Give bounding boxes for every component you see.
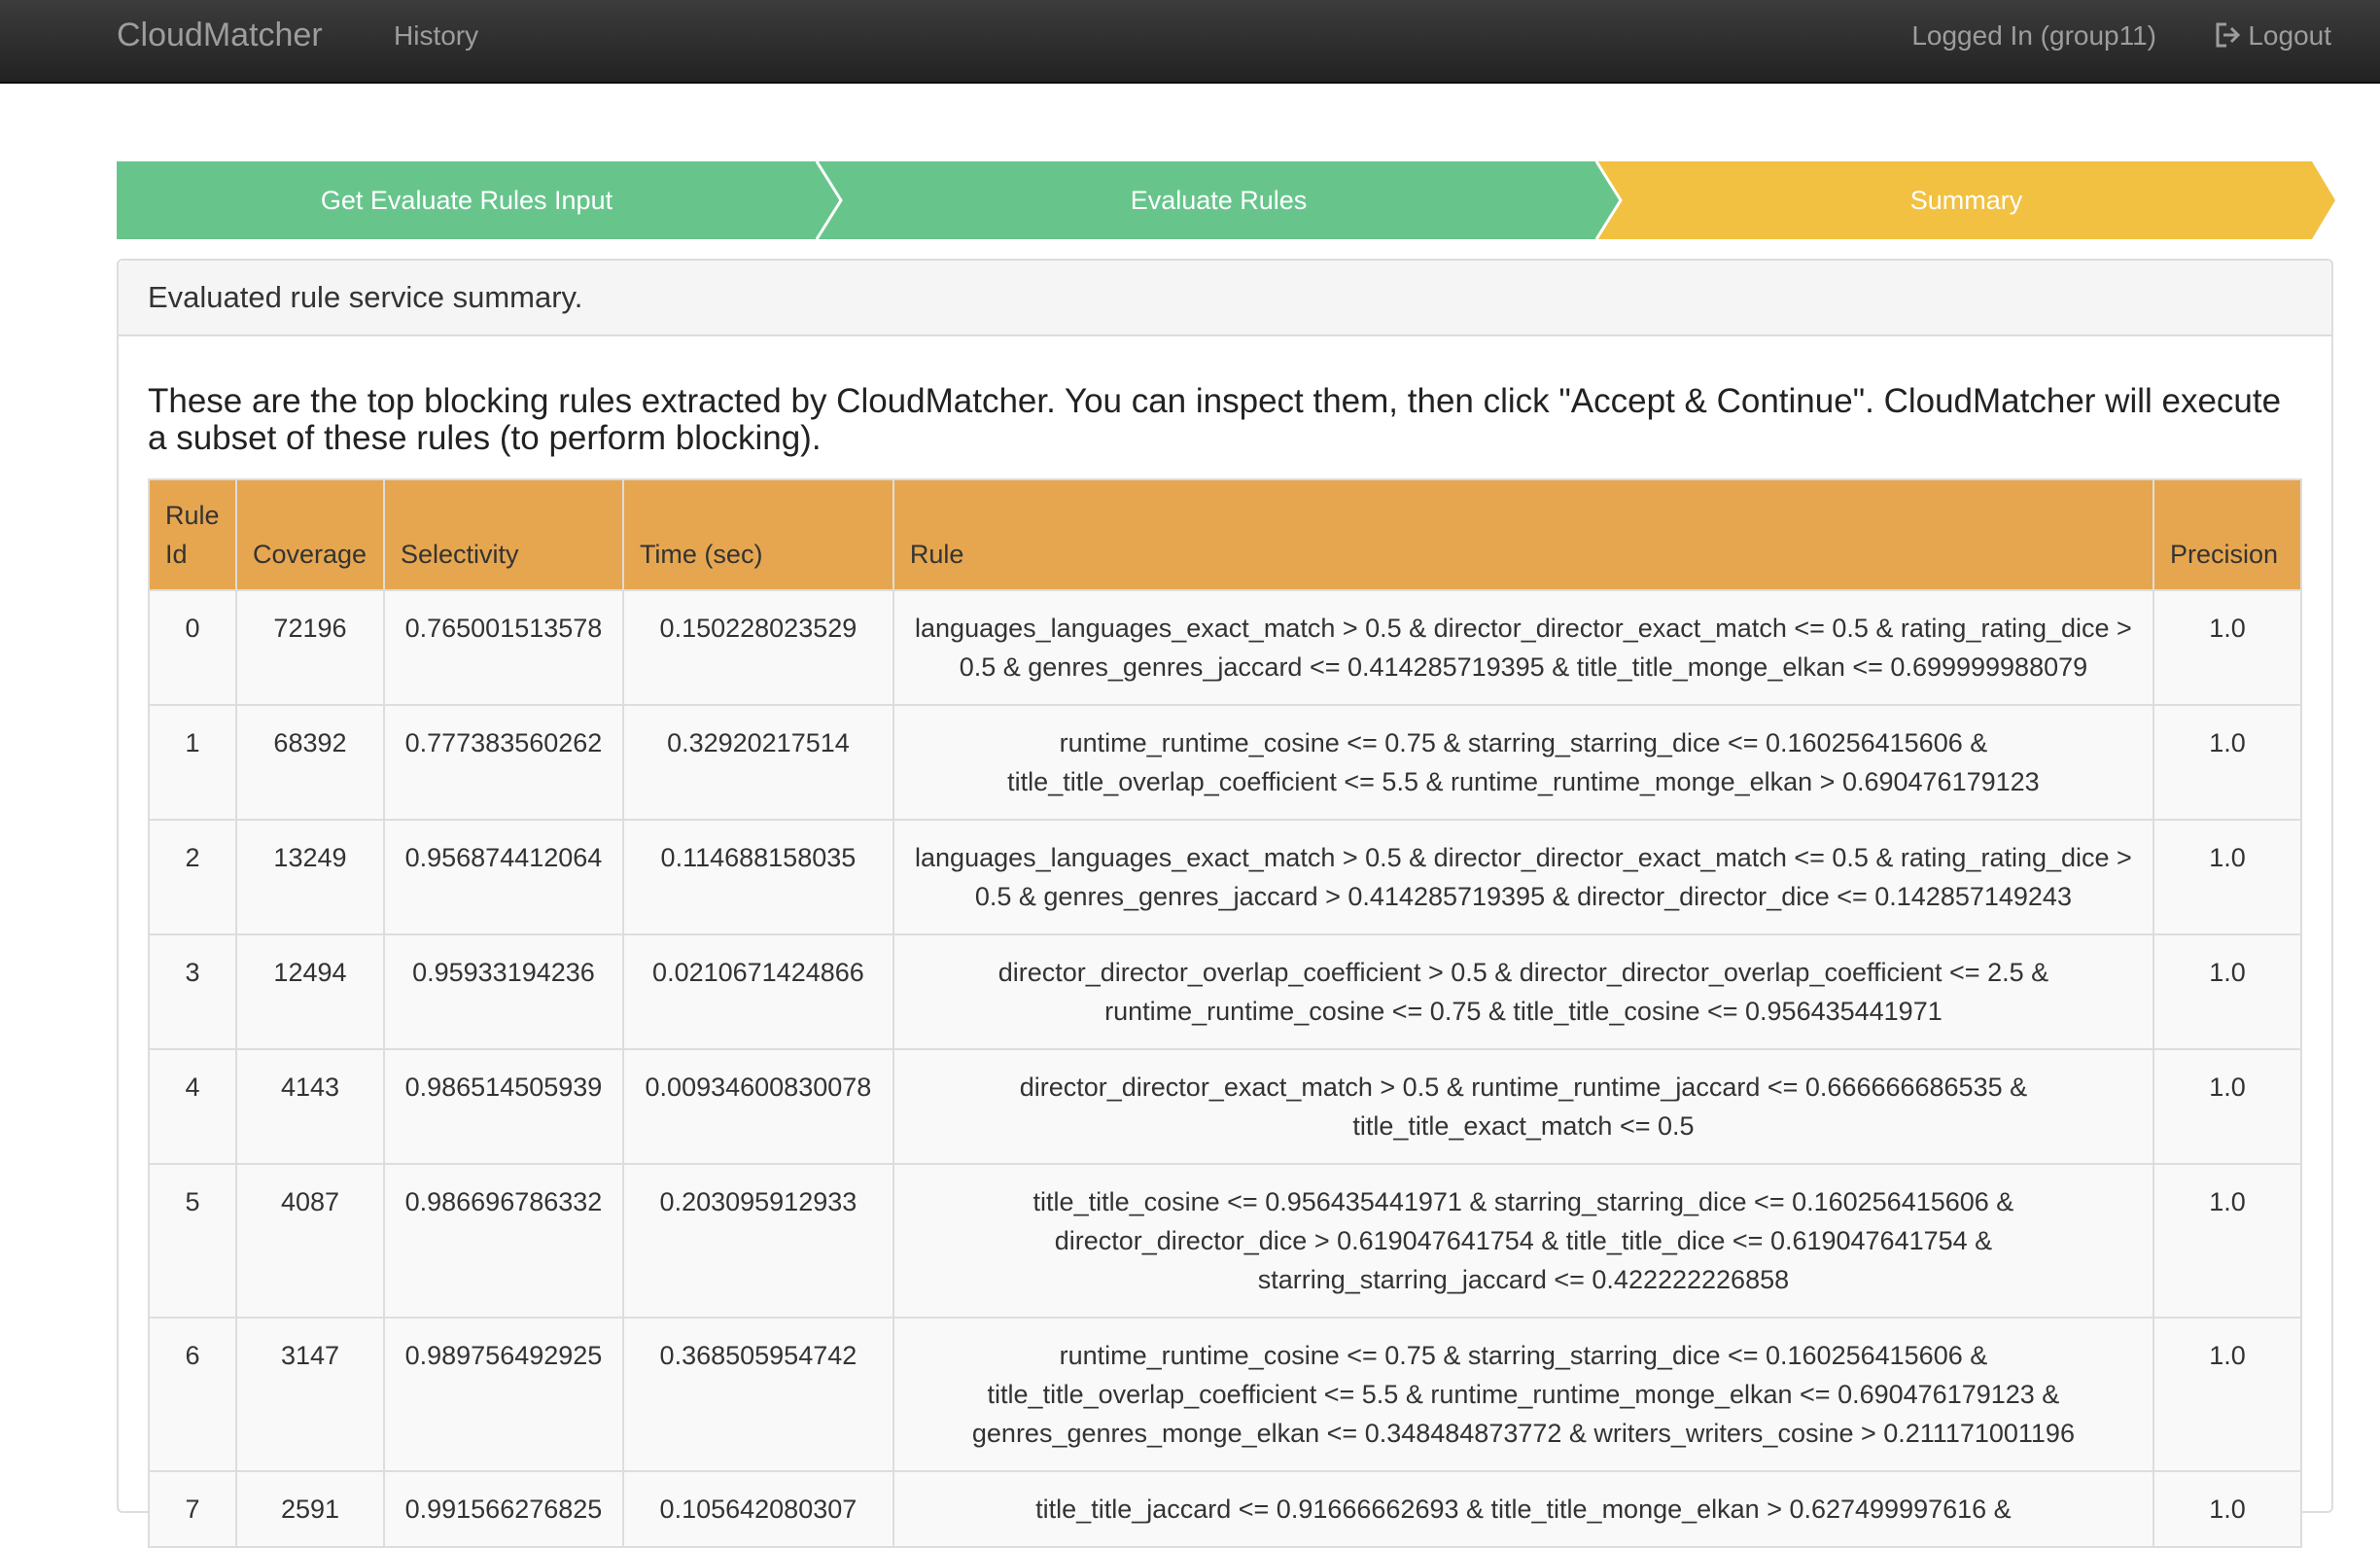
table-row: 7 2591 0.991566276825 0.105642080307 tit… [148, 1470, 2303, 1548]
cell-selectivity: 0.777383560262 [382, 704, 624, 821]
cell-coverage: 3147 [234, 1317, 385, 1472]
table-row: 4 4143 0.986514505939 0.00934600830078 d… [148, 1048, 2303, 1165]
cell-time: 0.105642080307 [621, 1470, 894, 1548]
cell-precision: 1.0 [2152, 1317, 2303, 1472]
cell-rule-id: 7 [148, 1470, 237, 1548]
cell-rule: director_director_overlap_coefficient > … [892, 933, 2154, 1050]
logout-label: Logout [2248, 20, 2331, 51]
nav-history-link[interactable]: History [394, 19, 478, 53]
cell-time: 0.0210671424866 [621, 933, 894, 1050]
cell-precision: 1.0 [2152, 704, 2303, 821]
cell-precision: 1.0 [2152, 1048, 2303, 1165]
cell-time: 0.368505954742 [621, 1317, 894, 1472]
cell-coverage: 68392 [234, 704, 385, 821]
cell-rule: title_title_cosine <= 0.956435441971 & s… [892, 1163, 2154, 1319]
header-rule: Rule [892, 478, 2154, 591]
cell-rule-id: 4 [148, 1048, 237, 1165]
panel-heading: Evaluated rule service summary. [119, 261, 2331, 336]
cell-rule-id: 2 [148, 819, 237, 935]
cell-time: 0.32920217514 [621, 704, 894, 821]
logged-in-user[interactable]: Logged In (group11) [1911, 19, 2156, 53]
cell-precision: 1.0 [2152, 589, 2303, 706]
cell-selectivity: 0.986696786332 [382, 1163, 624, 1319]
brand-logo[interactable]: CloudMatcher [117, 16, 323, 54]
cell-time: 0.150228023529 [621, 589, 894, 706]
header-coverage: Coverage [234, 478, 385, 591]
logout-button[interactable]: Logout [2215, 19, 2331, 53]
cell-rule: runtime_runtime_cosine <= 0.75 & starrin… [892, 1317, 2154, 1472]
table-row: 0 72196 0.765001513578 0.150228023529 la… [148, 589, 2303, 706]
cell-precision: 1.0 [2152, 819, 2303, 935]
cell-rule-id: 5 [148, 1163, 237, 1319]
cell-precision: 1.0 [2152, 1470, 2303, 1548]
top-navbar: CloudMatcher History Logged In (group11)… [0, 0, 2380, 84]
rules-table: Rule Id Coverage Selectivity Time (sec) … [148, 478, 2303, 1548]
cell-selectivity: 0.991566276825 [382, 1470, 624, 1548]
cell-coverage: 72196 [234, 589, 385, 706]
header-selectivity: Selectivity [382, 478, 624, 591]
step-summary[interactable]: Summary [1621, 161, 2312, 239]
cell-selectivity: 0.956874412064 [382, 819, 624, 935]
cell-rule-id: 0 [148, 589, 237, 706]
cell-rule: languages_languages_exact_match > 0.5 & … [892, 589, 2154, 706]
logout-icon [2216, 22, 2241, 48]
cell-selectivity: 0.986514505939 [382, 1048, 624, 1165]
header-rule-id: Rule Id [148, 478, 237, 591]
table-row: 1 68392 0.777383560262 0.32920217514 run… [148, 704, 2303, 821]
table-row: 3 12494 0.95933194236 0.0210671424866 di… [148, 933, 2303, 1050]
step-get-evaluate-rules-input[interactable]: Get Evaluate Rules Input [117, 161, 817, 239]
cell-rule: director_director_exact_match > 0.5 & ru… [892, 1048, 2154, 1165]
cell-coverage: 4087 [234, 1163, 385, 1319]
cell-time: 0.114688158035 [621, 819, 894, 935]
cell-rule: runtime_runtime_cosine <= 0.75 & starrin… [892, 704, 2154, 821]
cell-time: 0.00934600830078 [621, 1048, 894, 1165]
table-row: 6 3147 0.989756492925 0.368505954742 run… [148, 1317, 2303, 1472]
cell-coverage: 12494 [234, 933, 385, 1050]
header-time: Time (sec) [621, 478, 894, 591]
step-evaluate-rules[interactable]: Evaluate Rules [841, 161, 1596, 239]
cell-selectivity: 0.989756492925 [382, 1317, 624, 1472]
cell-time: 0.203095912933 [621, 1163, 894, 1319]
table-header-row: Rule Id Coverage Selectivity Time (sec) … [148, 478, 2303, 591]
cell-rule-id: 6 [148, 1317, 237, 1472]
cell-precision: 1.0 [2152, 933, 2303, 1050]
wizard-steps: Get Evaluate Rules Input Evaluate Rules … [117, 161, 2335, 239]
cell-precision: 1.0 [2152, 1163, 2303, 1319]
cell-rule-id: 1 [148, 704, 237, 821]
cell-coverage: 4143 [234, 1048, 385, 1165]
cell-coverage: 2591 [234, 1470, 385, 1548]
cell-selectivity: 0.765001513578 [382, 589, 624, 706]
cell-rule: languages_languages_exact_match > 0.5 & … [892, 819, 2154, 935]
table-row: 5 4087 0.986696786332 0.203095912933 tit… [148, 1163, 2303, 1319]
cell-rule: title_title_jaccard <= 0.91666662693 & t… [892, 1470, 2154, 1548]
cell-selectivity: 0.95933194236 [382, 933, 624, 1050]
cell-rule-id: 3 [148, 933, 237, 1050]
table-row: 2 13249 0.956874412064 0.114688158035 la… [148, 819, 2303, 935]
header-precision: Precision [2152, 478, 2303, 591]
intro-text: These are the top blocking rules extract… [148, 382, 2282, 457]
cell-coverage: 13249 [234, 819, 385, 935]
summary-panel: Evaluated rule service summary. These ar… [117, 259, 2333, 1548]
